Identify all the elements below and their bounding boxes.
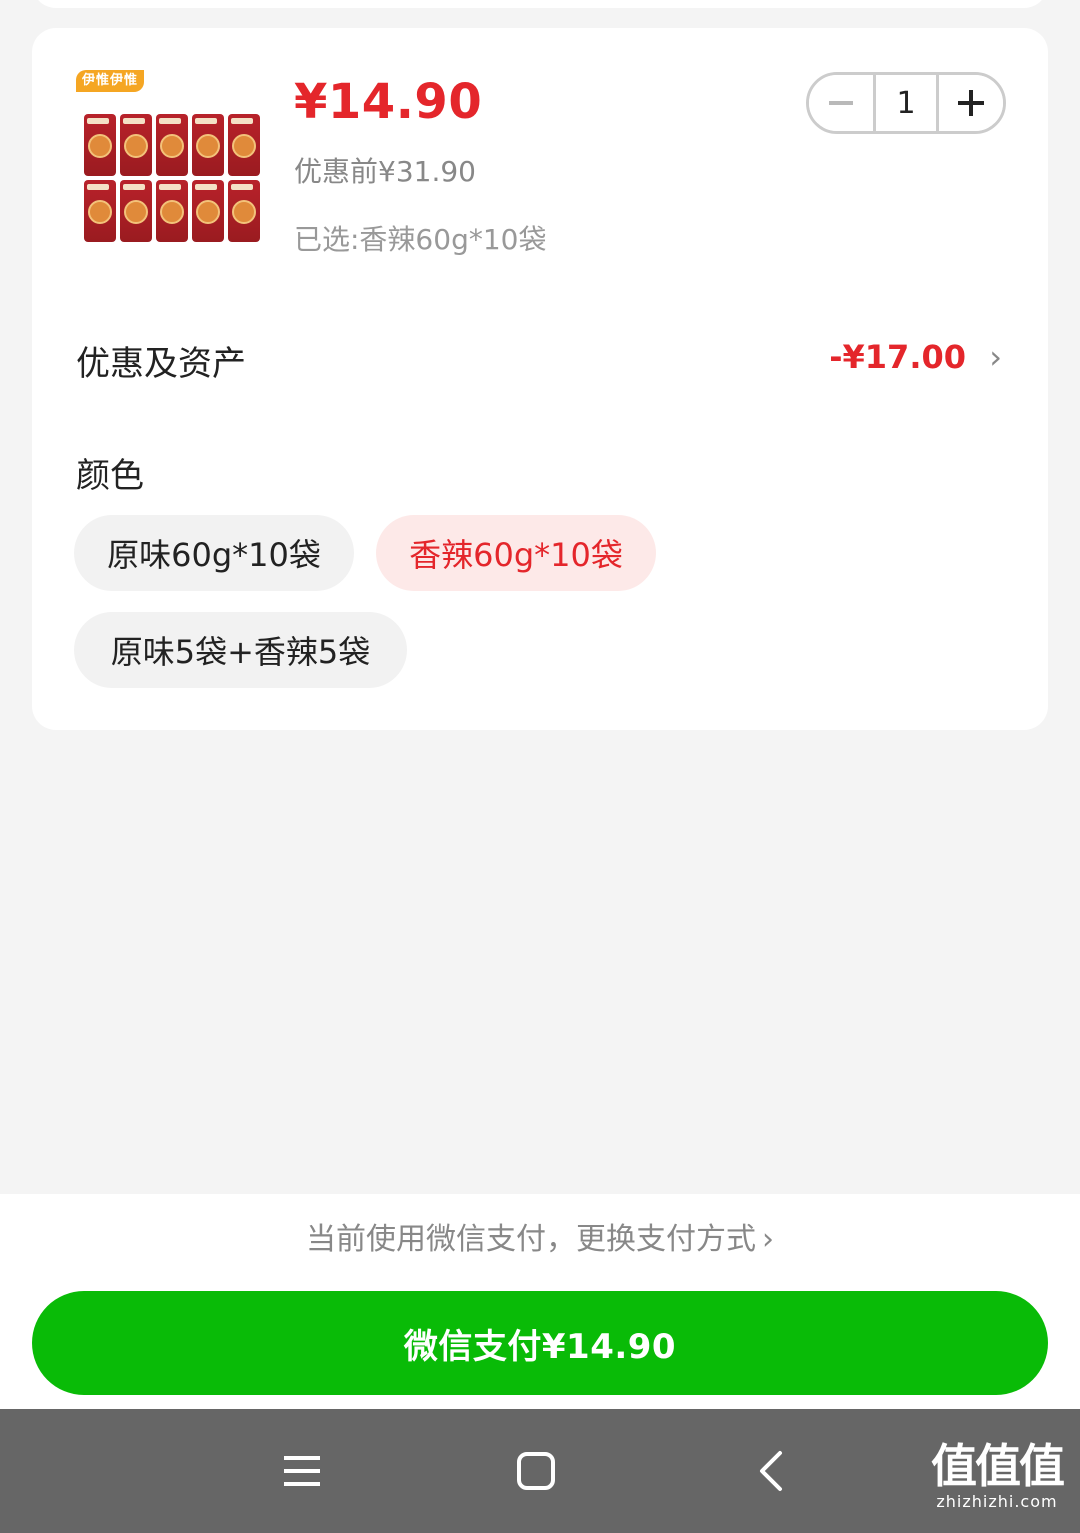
product-price: ¥14.90 (294, 74, 483, 130)
color-section-title: 颜色 (76, 456, 144, 496)
discount-row[interactable]: 优惠及资产 -¥17.00 › (76, 332, 1006, 384)
product-bag (228, 180, 260, 242)
product-bag (120, 180, 152, 242)
variant-option-spicy[interactable]: 香辣60g*10袋 (376, 515, 656, 591)
product-bags-grid (84, 114, 260, 242)
product-bag (120, 114, 152, 176)
recent-apps-icon[interactable] (278, 1447, 326, 1495)
system-nav-bar (0, 1409, 1080, 1533)
product-bag (84, 114, 116, 176)
plus-icon (958, 90, 984, 116)
quantity-stepper: 1 (806, 72, 1006, 134)
product-bag (192, 114, 224, 176)
selected-variant: 已选:香辣60g*10袋 (294, 223, 547, 256)
discount-label: 优惠及资产 (76, 344, 246, 384)
change-payment-link[interactable]: 当前使用微信支付，更换支付方式 › (0, 1214, 1080, 1258)
chevron-right-icon: › (989, 338, 1002, 376)
back-icon[interactable] (748, 1447, 796, 1495)
payment-hint-text: 当前使用微信支付，更换支付方式 (306, 1222, 756, 1257)
payment-panel: 当前使用微信支付，更换支付方式 › 微信支付¥14.90 (0, 1194, 1080, 1409)
previous-card-edge (32, 0, 1048, 8)
wechat-pay-button[interactable]: 微信支付¥14.90 (32, 1291, 1048, 1395)
site-watermark: 值值值 zhizhizhi.com (922, 1440, 1072, 1511)
watermark-url: zhizhizhi.com (936, 1492, 1058, 1511)
home-icon[interactable] (512, 1447, 560, 1495)
discount-value: -¥17.00 (829, 338, 966, 376)
product-bag (84, 180, 116, 242)
product-bag (228, 114, 260, 176)
original-price: 优惠前¥31.90 (294, 155, 476, 188)
variant-option-mixed[interactable]: 原味5袋+香辣5袋 (74, 612, 407, 688)
product-bag (156, 180, 188, 242)
quantity-value[interactable]: 1 (873, 75, 939, 131)
minus-icon (829, 101, 853, 105)
watermark-logo: 值值值 (931, 1439, 1065, 1493)
product-image: 伊惟伊惟 (76, 70, 264, 246)
product-bag (192, 180, 224, 242)
brand-badge: 伊惟伊惟 (76, 70, 145, 92)
chevron-right-icon: › (762, 1222, 774, 1257)
product-bag (156, 114, 188, 176)
variant-option-original[interactable]: 原味60g*10袋 (74, 515, 354, 591)
decrease-button[interactable] (809, 75, 873, 131)
increase-button[interactable] (939, 75, 1003, 131)
